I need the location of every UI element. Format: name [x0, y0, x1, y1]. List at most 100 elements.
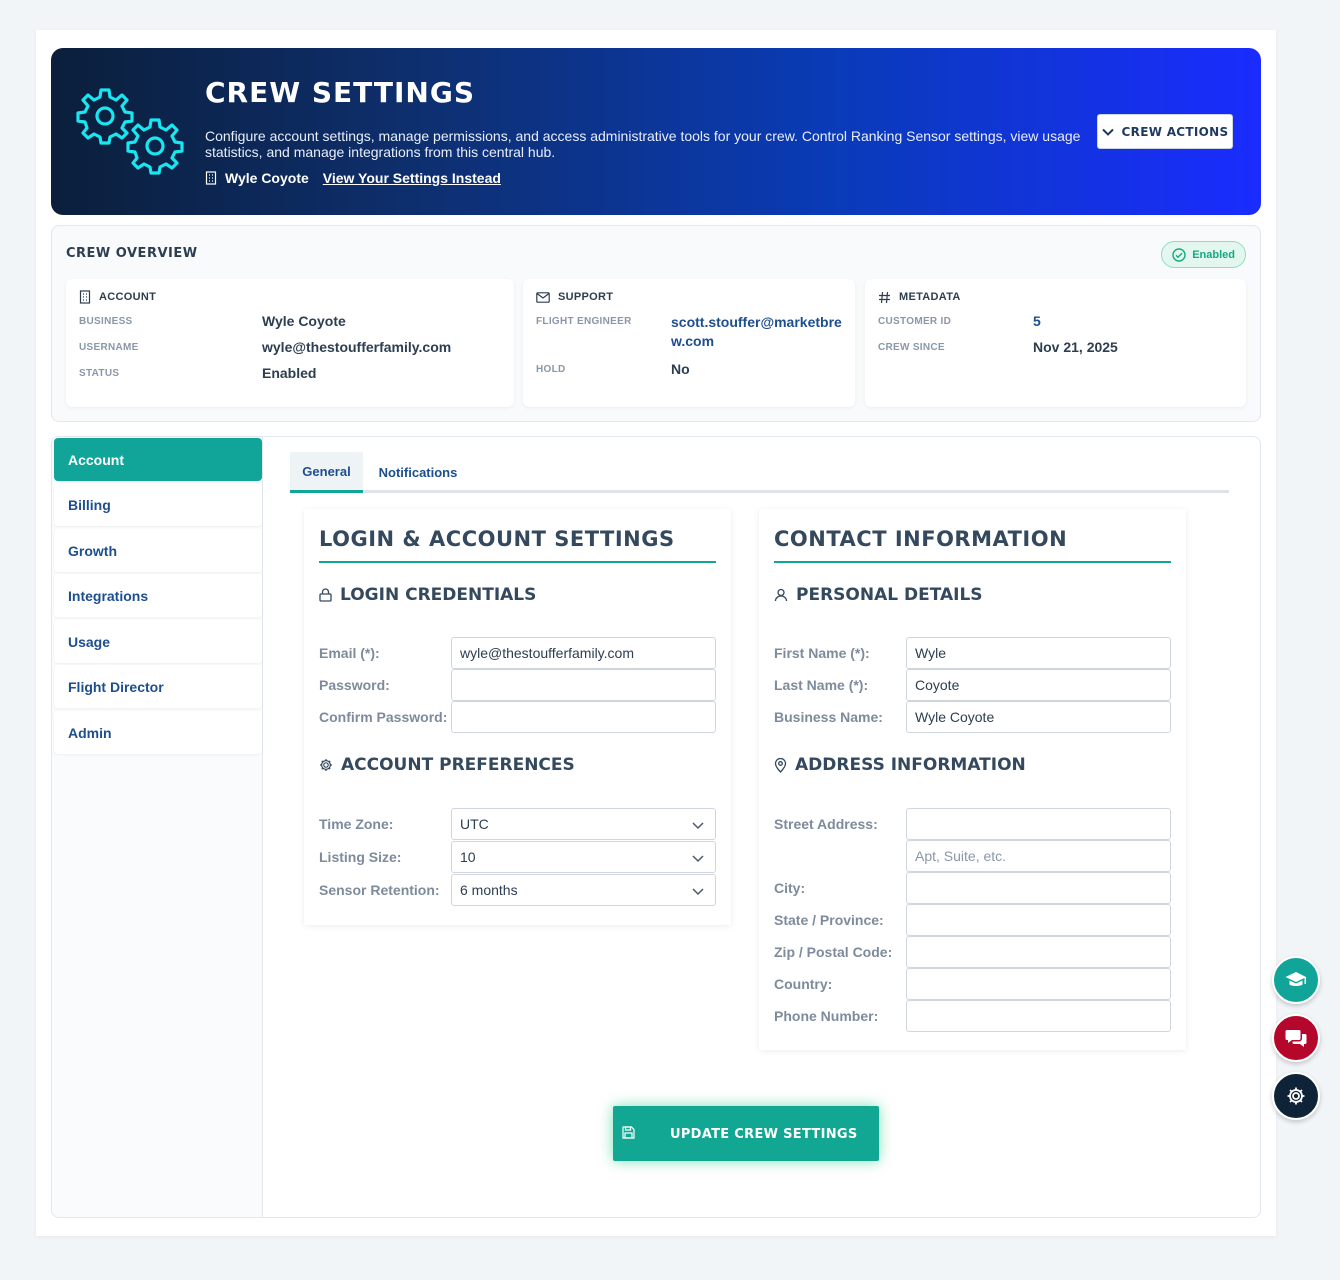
- status-badge-label: Enabled: [1192, 248, 1235, 261]
- support-card-header: SUPPORT: [536, 289, 842, 305]
- settings-main: Account Billing Growth Integrations Usag…: [51, 436, 1261, 1218]
- login-credentials-heading: LOGIN CREDENTIALS: [319, 585, 536, 605]
- timezone-row: Time Zone: UTC: [319, 808, 716, 840]
- confirm-password-field[interactable]: [451, 701, 716, 733]
- apt-suite-field[interactable]: Apt, Suite, etc.: [906, 840, 1171, 872]
- listing-size-select[interactable]: 10: [451, 841, 716, 873]
- first-name-field[interactable]: Wyle: [906, 637, 1171, 669]
- engineer-email-line1: scott.stouffer@marketbre: [671, 314, 842, 330]
- settings-tabs: General Notifications: [290, 452, 1229, 493]
- account-preferences-heading: ACCOUNT PREFERENCES: [319, 755, 575, 775]
- chevron-down-icon: [1101, 128, 1114, 136]
- engineer-email-line2: w.com: [671, 333, 715, 349]
- update-button-label: UPDATE CREW SETTINGS: [670, 1127, 858, 1142]
- timezone-select[interactable]: UTC: [451, 808, 716, 840]
- phone-row: Phone Number:: [774, 1000, 1171, 1032]
- sidebar-item-usage[interactable]: Usage: [54, 620, 262, 663]
- flight-engineer-key: FLIGHT ENGINEER: [536, 316, 632, 327]
- email-field[interactable]: wyle@thestoufferfamily.com: [451, 637, 716, 669]
- confirm-password-label: Confirm Password:: [319, 709, 448, 725]
- lock-icon: [319, 588, 332, 602]
- account-card: ACCOUNT BUSINESS Wyle Coyote USERNAME wyle…: [66, 279, 514, 407]
- crew-actions-label: CREW ACTIONS: [1121, 124, 1229, 139]
- sidebar-item-billing[interactable]: Billing: [54, 483, 262, 526]
- gear-icon: [1287, 1087, 1305, 1105]
- country-field[interactable]: [906, 968, 1171, 1000]
- username-key: USERNAME: [79, 342, 139, 353]
- status-badge: Enabled: [1161, 241, 1246, 268]
- first-name-label: First Name (*):: [774, 645, 870, 661]
- envelope-icon: [536, 291, 550, 303]
- login-credentials-label: LOGIN CREDENTIALS: [340, 585, 537, 605]
- customer-id-key: CUSTOMER ID: [878, 316, 952, 327]
- zip-field[interactable]: [906, 936, 1171, 968]
- chat-fab[interactable]: [1272, 1014, 1320, 1062]
- phone-label: Phone Number:: [774, 1008, 879, 1024]
- crew-since-value: Nov 21, 2025: [1033, 339, 1118, 355]
- header-banner: CREW SETTINGS Configure account settings…: [51, 48, 1261, 215]
- sidebar-item-flight-director[interactable]: Flight Director: [54, 665, 262, 708]
- sensor-retention-row: Sensor Retention: 6 months: [319, 874, 716, 906]
- tab-notifications[interactable]: Notifications: [368, 452, 468, 493]
- confirm-password-row: Confirm Password:: [319, 701, 716, 733]
- last-name-row: Last Name (*): Coyote: [774, 669, 1171, 701]
- first-name-row: First Name (*): Wyle: [774, 637, 1171, 669]
- account-card-header: ACCOUNT: [79, 289, 501, 305]
- crew-actions-button[interactable]: CREW ACTIONS: [1097, 114, 1233, 149]
- sensor-retention-select[interactable]: 6 months: [451, 874, 716, 906]
- business-key: BUSINESS: [79, 316, 133, 327]
- password-row: Password:: [319, 669, 716, 701]
- zip-label: Zip / Postal Code:: [774, 944, 893, 960]
- last-name-field[interactable]: Coyote: [906, 669, 1171, 701]
- chat-icon: [1285, 1030, 1307, 1047]
- sidebar-item-account[interactable]: Account: [54, 438, 262, 481]
- building-icon: [79, 290, 91, 304]
- listing-size-value: 10: [460, 849, 476, 865]
- state-label: State / Province:: [774, 912, 884, 928]
- zip-row: Zip / Postal Code:: [774, 936, 1171, 968]
- settings-fab[interactable]: [1272, 1072, 1320, 1120]
- business-value: Wyle Coyote: [262, 313, 346, 329]
- chevron-down-icon: [692, 855, 704, 863]
- crew-meta: Wyle Coyote View Your Settings Instead: [205, 170, 501, 186]
- tab-general[interactable]: General: [290, 452, 363, 493]
- view-your-settings-link[interactable]: View Your Settings Instead: [323, 170, 501, 186]
- login-panel-title: LOGIN & ACCOUNT SETTINGS: [319, 527, 716, 563]
- business-name-field[interactable]: Wyle Coyote: [906, 701, 1171, 733]
- email-label: Email (*):: [319, 645, 380, 661]
- customer-id-value: 5: [1033, 313, 1041, 329]
- listing-size-row: Listing Size: 10: [319, 841, 716, 873]
- chevron-down-icon: [692, 888, 704, 896]
- page-title: CREW SETTINGS: [205, 76, 476, 109]
- support-card: SUPPORT FLIGHT ENGINEER scott.stouffer@m…: [523, 279, 855, 407]
- chevron-down-icon: [692, 822, 704, 830]
- state-row: State / Province:: [774, 904, 1171, 936]
- crew-overview: CREW OVERVIEW Enabled ACCOUNT BUSINESS Wy…: [51, 225, 1261, 422]
- state-field[interactable]: [906, 904, 1171, 936]
- sidebar-item-admin[interactable]: Admin: [54, 711, 262, 754]
- password-field[interactable]: [451, 669, 716, 701]
- learning-fab[interactable]: [1272, 956, 1320, 1004]
- city-row: City:: [774, 872, 1171, 904]
- login-account-panel: LOGIN & ACCOUNT SETTINGS LOGIN CREDENTIA…: [304, 509, 731, 925]
- sensor-retention-label: Sensor Retention:: [319, 882, 440, 898]
- sidebar-item-growth[interactable]: Growth: [54, 529, 262, 572]
- city-label: City:: [774, 880, 806, 896]
- apt-row: Apt, Suite, etc.: [774, 840, 1171, 872]
- sidebar-item-integrations[interactable]: Integrations: [54, 574, 262, 617]
- phone-field[interactable]: [906, 1000, 1171, 1032]
- hash-icon: [879, 291, 890, 303]
- metadata-card-header: METADATA: [878, 289, 1233, 305]
- status-key: STATUS: [79, 368, 120, 379]
- city-field[interactable]: [906, 872, 1171, 904]
- crew-since-key: CREW SINCE: [878, 342, 945, 353]
- street-address-field[interactable]: [906, 808, 1171, 840]
- map-pin-icon: [774, 757, 787, 773]
- update-crew-settings-button[interactable]: UPDATE CREW SETTINGS: [613, 1106, 879, 1161]
- crew-name: Wyle Coyote: [225, 170, 309, 186]
- password-label: Password:: [319, 677, 390, 693]
- flight-engineer-email[interactable]: scott.stouffer@marketbre w.com: [671, 313, 842, 351]
- account-preferences-label: ACCOUNT PREFERENCES: [341, 755, 575, 775]
- settings-sidebar: Account Billing Growth Integrations Usag…: [52, 437, 263, 1217]
- gears-icon: [76, 88, 184, 175]
